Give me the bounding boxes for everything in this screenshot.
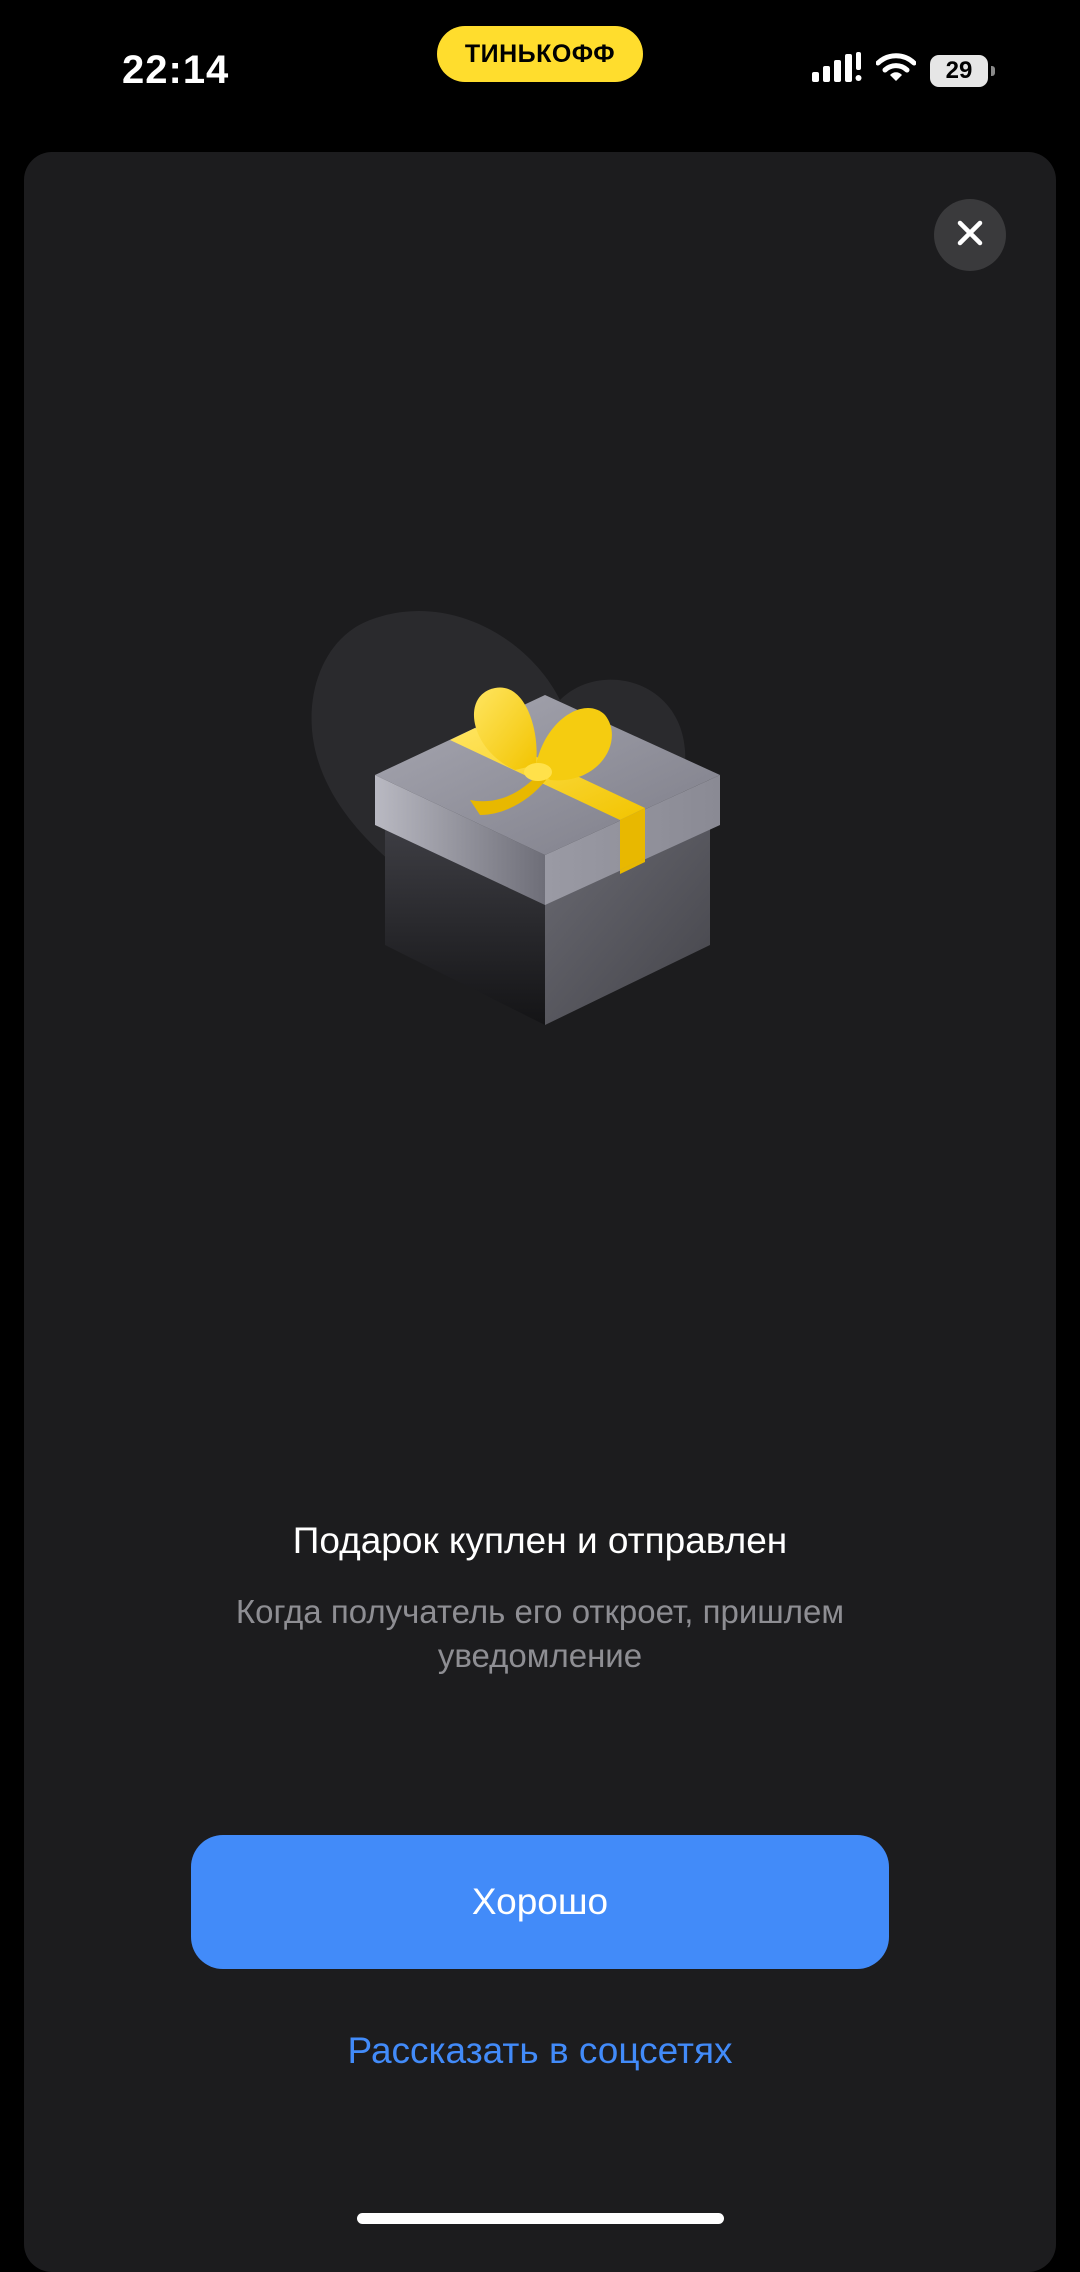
gift-box-illustration xyxy=(300,600,780,1040)
status-icons: 29 xyxy=(812,52,995,89)
ok-button-label: Хорошо xyxy=(471,1881,609,1922)
signal-icon xyxy=(812,52,862,89)
home-indicator[interactable] xyxy=(357,2213,724,2224)
status-time: 22:14 xyxy=(122,48,230,92)
battery-level: 29 xyxy=(945,56,973,84)
wifi-icon xyxy=(875,53,917,88)
battery-icon: 29 xyxy=(930,54,995,87)
dialog-title: Подарок куплен и отправлен xyxy=(292,1520,788,1561)
close-icon xyxy=(956,219,984,252)
brand-logo: ТИНЬКОФФ xyxy=(437,26,643,82)
battery-tip xyxy=(991,65,995,76)
ok-button[interactable]: Хорошо xyxy=(191,1835,889,1969)
dialog-subtitle: Когда получатель его откроет, пришлем ув… xyxy=(235,1593,845,1674)
status-bar: 22:14 ТИНЬКОФФ 29 xyxy=(0,0,1080,150)
close-button[interactable] xyxy=(934,199,1006,271)
share-social-link[interactable]: Рассказать в соцсетях xyxy=(191,2030,889,2072)
